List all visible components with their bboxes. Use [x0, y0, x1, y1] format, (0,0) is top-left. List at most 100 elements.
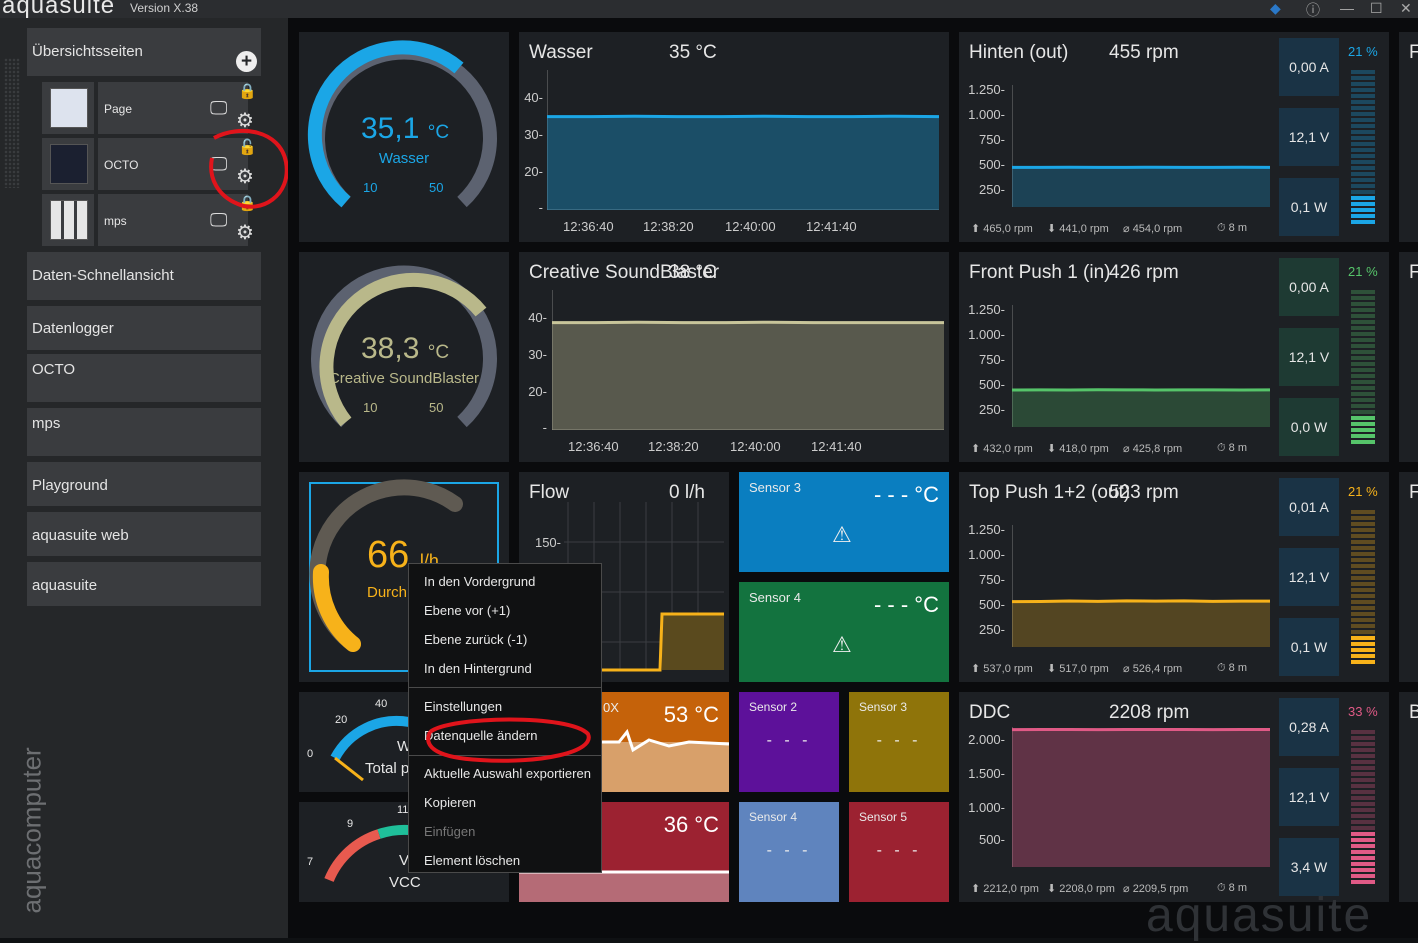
duty-percent: 33 %	[1348, 704, 1378, 719]
duty-bar-segment	[1351, 202, 1375, 206]
series-area	[1012, 167, 1270, 207]
y-tick: 1.250-	[959, 82, 1005, 97]
sensor-value: - - -	[739, 732, 839, 750]
overview-label: Übersichtsseiten	[32, 43, 143, 60]
sidebar-item-label: Playground	[32, 477, 108, 494]
voltage-readout: 12,1 V	[1279, 768, 1339, 826]
sensor-tile[interactable]: Sensor 2- - -	[739, 692, 839, 792]
duty-bar-segment	[1351, 428, 1375, 432]
duty-bar-segment	[1351, 440, 1375, 444]
fan-panel-ddc[interactable]: DDC 2208 rpm 2.000-1.500-1.000-500- ⬆ 22…	[959, 692, 1389, 902]
fan-rpm: 455 rpm	[1109, 42, 1179, 64]
meter-tick: 20	[335, 714, 347, 726]
menu-item-delete[interactable]: Element löschen	[424, 853, 520, 868]
sidebar-item-daten-schnellansicht[interactable]: Daten-Schnellansicht	[27, 252, 261, 300]
sensor-tile[interactable]: Sensor 4 - - - °C ⚠	[739, 582, 949, 682]
gauge-max: 50	[429, 180, 443, 195]
maximize-icon[interactable]: ☐	[1370, 0, 1383, 17]
title-bar: aquasuite Version X.38 ◆ ⓘ — ☐ ✕	[0, 0, 1418, 18]
duty-bar-segment	[1351, 130, 1375, 134]
sensor-tile[interactable]: Sensor 3 - - - °C ⚠	[739, 472, 949, 572]
duty-bar-segment	[1351, 838, 1375, 842]
y-tick: 150-	[515, 535, 561, 550]
y-tick: 1.000-	[959, 327, 1005, 342]
sensor-tile[interactable]: Sensor 5- - -	[849, 802, 949, 902]
sensor-tile[interactable]: Sensor 3- - -	[849, 692, 949, 792]
sidebar: aquacomputer Übersichtsseiten + Page 🖵 🔒…	[0, 18, 288, 938]
sidebar-item-label: OCTO	[32, 361, 75, 378]
current-readout: 0,28 A	[1279, 698, 1339, 756]
y-tick: 1.500-	[959, 766, 1005, 781]
menu-item-layer-up[interactable]: Ebene vor (+1)	[424, 603, 510, 618]
sensor-value: - - - °C	[874, 592, 939, 618]
chart-plot	[547, 70, 939, 210]
sensor-tile[interactable]: Sensor 4- - -	[739, 802, 839, 902]
gear-icon[interactable]: ⚙	[236, 220, 254, 245]
info-icon[interactable]: ⓘ	[1306, 0, 1320, 20]
fan-panel-front-push[interactable]: Front Push 1 (in) 426 rpm 1.250-1.000-75…	[959, 252, 1389, 462]
warning-icon: ⚠	[832, 632, 852, 658]
duty-bar	[1351, 726, 1375, 886]
duty-bar-segment	[1351, 766, 1375, 770]
offscreen-panel[interactable]: B	[1399, 692, 1418, 902]
lock-icon[interactable]: 🔒	[238, 82, 257, 100]
duty-bar-segment	[1351, 112, 1375, 116]
y-tick: 30-	[497, 127, 543, 142]
duty-bar-segment	[1351, 736, 1375, 740]
gauge-wasser[interactable]: 35,1 °C Wasser 10 50	[299, 32, 509, 242]
sidebar-item-datenlogger[interactable]: Datenlogger	[27, 306, 261, 350]
monitor-icon[interactable]: 🖵	[210, 98, 227, 119]
layers-icon[interactable]: ◆	[1270, 0, 1281, 17]
duty-bar-segment	[1351, 208, 1375, 212]
y-tick: 500-	[959, 597, 1005, 612]
stat-max: ⬆ 2212,0 rpm	[971, 882, 1039, 895]
minimize-icon[interactable]: —	[1340, 0, 1354, 16]
y-tick: 40-	[497, 90, 543, 105]
fan-panel-hinten[interactable]: Hinten (out) 455 rpm 1.250-1.000-750-500…	[959, 32, 1389, 242]
sidebar-overview-header[interactable]: Übersichtsseiten	[27, 28, 261, 76]
duty-bar-segment	[1351, 748, 1375, 752]
sidebar-item-aquasuite[interactable]: aquasuite	[27, 562, 261, 606]
sidebar-item-octo[interactable]: OCTO	[27, 354, 261, 402]
duty-bar-segment	[1351, 350, 1375, 354]
offscreen-panel[interactable]: F	[1399, 472, 1418, 682]
duty-bar-segment	[1351, 594, 1375, 598]
menu-item-send-to-back[interactable]: In den Hintergrund	[424, 661, 532, 676]
duty-bar-segment	[1351, 82, 1375, 86]
duty-bar-segment	[1351, 332, 1375, 336]
sidebar-item-mps[interactable]: mps	[27, 408, 261, 456]
sidebar-item-aquasuite-web[interactable]: aquasuite web	[27, 512, 261, 556]
chart-title: Flow	[529, 482, 569, 504]
duty-bar-segment	[1351, 832, 1375, 836]
sidebar-item-label: mps	[32, 415, 60, 432]
add-page-icon[interactable]: +	[236, 51, 257, 72]
menu-item-bring-to-front[interactable]: In den Vordergrund	[424, 574, 535, 589]
duty-bar-segment	[1351, 654, 1375, 658]
duty-bar-segment	[1351, 760, 1375, 764]
chart-wasser[interactable]: Wasser 35 °C 40- 30- 20- - 12:36:40 12:3…	[519, 32, 949, 242]
sensor-value: - - - °C	[874, 482, 939, 508]
duty-bar-segment	[1351, 730, 1375, 734]
offscreen-panel[interactable]: F	[1399, 32, 1418, 242]
duty-bar-segment	[1351, 600, 1375, 604]
close-icon[interactable]: ✕	[1400, 0, 1412, 17]
y-tick: 750-	[959, 352, 1005, 367]
stat-timespan: ⏱ 8 m	[1217, 222, 1247, 235]
chart-soundblaster[interactable]: Creative SoundBlaster 38 °C 40- 30- 20- …	[519, 252, 949, 462]
meter-tick: 40	[375, 698, 387, 710]
duty-bar-segment	[1351, 510, 1375, 514]
menu-item-copy[interactable]: Kopieren	[424, 795, 476, 810]
duty-bar-segment	[1351, 630, 1375, 634]
app-version: Version X.38	[130, 1, 198, 15]
sidebar-item-playground[interactable]: Playground	[27, 462, 261, 506]
offscreen-panel[interactable]: F	[1399, 252, 1418, 462]
meter-label: Total p	[365, 760, 409, 777]
menu-item-layer-down[interactable]: Ebene zurück (-1)	[424, 632, 527, 647]
menu-item-export-selection[interactable]: Aktuelle Auswahl exportieren	[424, 766, 591, 781]
meter-tick: 9	[347, 818, 353, 830]
duty-bar-segment	[1351, 582, 1375, 586]
gauge-soundblaster[interactable]: 38,3 °C Creative SoundBlaster 10 50	[299, 252, 509, 462]
duty-bar-segment	[1351, 308, 1375, 312]
duty-bar-segment	[1351, 190, 1375, 194]
fan-panel-top-push[interactable]: Top Push 1+2 (out) 523 rpm 1.250-1.000-7…	[959, 472, 1389, 682]
